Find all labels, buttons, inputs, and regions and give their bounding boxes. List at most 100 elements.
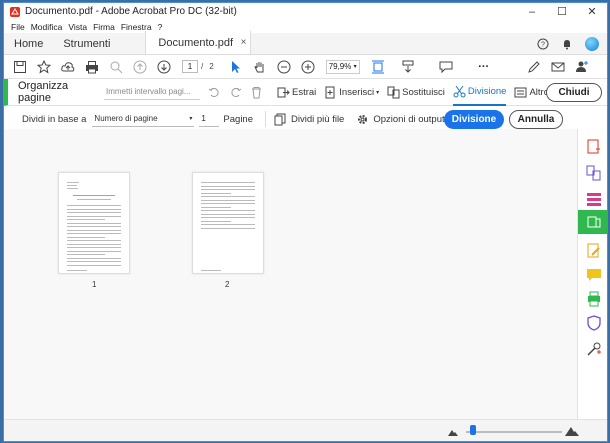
zoom-out-button[interactable] <box>274 57 294 77</box>
thumbnail-text-line <box>67 208 121 210</box>
extract-tool[interactable]: Estrai <box>277 86 316 99</box>
pen-sign-icon <box>527 60 540 73</box>
plus-circle-icon <box>301 60 315 73</box>
comment-button[interactable] <box>436 57 456 77</box>
organize-pages-active-tool[interactable] <box>578 210 607 234</box>
extract-label: Estrai <box>292 86 317 98</box>
thumbnail-text-line <box>201 203 255 204</box>
gear-icon <box>358 114 368 124</box>
comment-icon[interactable] <box>586 267 602 283</box>
envelope-icon <box>551 62 565 71</box>
page-separator: / <box>201 62 204 71</box>
user-avatar[interactable] <box>585 37 599 51</box>
protect-icon[interactable] <box>586 315 602 331</box>
prev-page-button[interactable] <box>130 57 150 77</box>
more-tools-toolbar-button[interactable]: ··· <box>474 57 494 77</box>
page-view-button[interactable] <box>368 57 388 77</box>
right-tools-panel <box>577 129 607 419</box>
thumbnail-text-line <box>201 270 221 271</box>
close-organize-button[interactable]: Chiudi <box>546 83 602 102</box>
minus-circle-icon <box>277 60 291 73</box>
split-tool[interactable]: Divisione <box>452 79 507 106</box>
thumbnail-text-line <box>67 247 121 248</box>
thumbnail-text-line <box>67 185 77 186</box>
thumbnail-text-line <box>67 270 87 271</box>
help-icon[interactable]: ? <box>537 38 549 50</box>
cloud-upload-icon <box>61 61 75 71</box>
sign-button[interactable] <box>524 57 544 77</box>
cancel-button[interactable]: Annulla <box>509 110 563 129</box>
tab-home[interactable]: Home <box>4 33 53 55</box>
acrobat-app-icon <box>10 6 20 17</box>
divide-by-select[interactable]: Numero di pagine ▾ <box>92 112 195 127</box>
split-more-files-button[interactable]: Dividi più file <box>274 113 344 126</box>
thumbnail-text-line <box>201 220 231 222</box>
page-thumbnail[interactable] <box>192 172 264 274</box>
thumbnail-text-line <box>67 222 121 224</box>
more-tools-icon[interactable] <box>586 341 602 357</box>
print-button[interactable] <box>82 57 102 77</box>
thumbnail-size-slider[interactable] <box>466 431 562 433</box>
organize-pages-toolbar: Organizza pagine Immetti intervallo pagi… <box>4 79 607 106</box>
menu-firma[interactable]: Firma <box>93 22 115 32</box>
upload-cloud-button[interactable] <box>58 57 78 77</box>
tab-document[interactable]: Documento.pdf × <box>145 31 252 54</box>
divide-button[interactable]: Divisione <box>444 110 504 129</box>
edit-pdf-icon[interactable] <box>586 243 602 259</box>
insert-chevron-icon: ▾ <box>376 89 380 96</box>
thumbnail-size-handle[interactable] <box>470 425 476 435</box>
zoom-in-button[interactable] <box>298 57 318 77</box>
page-number-input[interactable]: 1 <box>182 60 198 73</box>
page-number-label: 2 <box>225 280 230 289</box>
rotate-left-icon[interactable] <box>208 86 221 99</box>
menu-finestra[interactable]: Finestra <box>121 22 152 32</box>
hand-tool-button[interactable] <box>250 57 270 77</box>
printer-icon <box>86 60 98 73</box>
menu-help[interactable]: ? <box>158 22 163 32</box>
print-production-icon[interactable] <box>586 291 602 307</box>
maximize-button[interactable]: ☐ <box>547 3 577 20</box>
tab-tools[interactable]: Strumenti <box>53 33 120 55</box>
insert-label: Inserisci <box>339 86 375 98</box>
email-button[interactable] <box>548 57 568 77</box>
thumbnail-text-line <box>67 219 105 220</box>
next-page-button[interactable] <box>154 57 174 77</box>
thumbnail-text-line <box>67 236 105 238</box>
page-thumbnails-area: 1 2 <box>4 129 577 419</box>
menu-file[interactable]: File <box>11 22 25 32</box>
page-thumbnail[interactable] <box>58 172 130 274</box>
thumbnail-text-line <box>67 229 121 231</box>
zoom-search-button[interactable] <box>106 57 126 77</box>
create-pdf-icon[interactable] <box>586 139 602 155</box>
bookmark-star-button[interactable] <box>34 57 54 77</box>
delete-trash-icon[interactable] <box>250 86 263 99</box>
hand-icon <box>254 61 264 72</box>
thumbnail-small-icon[interactable] <box>448 428 458 436</box>
share-user-button[interactable] <box>572 57 592 77</box>
rotate-right-icon[interactable] <box>229 86 242 99</box>
notifications-bell-icon[interactable] <box>561 38 573 50</box>
insert-tool[interactable]: Inserisci ▾ <box>324 86 379 99</box>
scroll-mode-button[interactable] <box>398 57 418 77</box>
select-tool-button[interactable] <box>226 57 246 77</box>
output-options-button[interactable]: Opzioni di output <box>356 113 445 126</box>
organize-pages-icon[interactable] <box>586 191 602 207</box>
minimize-button[interactable]: – <box>517 3 547 20</box>
save-button[interactable] <box>10 57 30 77</box>
thumbnail-large-icon[interactable] <box>565 425 579 436</box>
zoom-select[interactable]: 79,9% ▾ <box>325 59 360 74</box>
menu-vista[interactable]: Vista <box>68 22 87 32</box>
divide-by-chevron-icon: ▾ <box>189 116 193 122</box>
thumbnail-text-line <box>67 254 105 255</box>
pages-count-input[interactable]: 1 <box>199 112 220 127</box>
page-range-input[interactable]: Immetti intervallo pagi... <box>104 84 200 100</box>
close-window-button[interactable]: ✕ <box>577 3 607 20</box>
menu-modifica[interactable]: Modifica <box>31 22 63 32</box>
chevron-down-icon: ▾ <box>353 64 357 70</box>
title-bar: Documento.pdf - Adobe Acrobat Pro DC (32… <box>4 3 607 20</box>
replace-tool[interactable]: Sostituisci <box>387 86 445 99</box>
combine-files-icon[interactable] <box>586 165 602 181</box>
replace-label: Sostituisci <box>402 86 445 98</box>
close-tab-icon[interactable]: × <box>241 37 247 48</box>
thumbnail-text-line <box>201 224 255 225</box>
